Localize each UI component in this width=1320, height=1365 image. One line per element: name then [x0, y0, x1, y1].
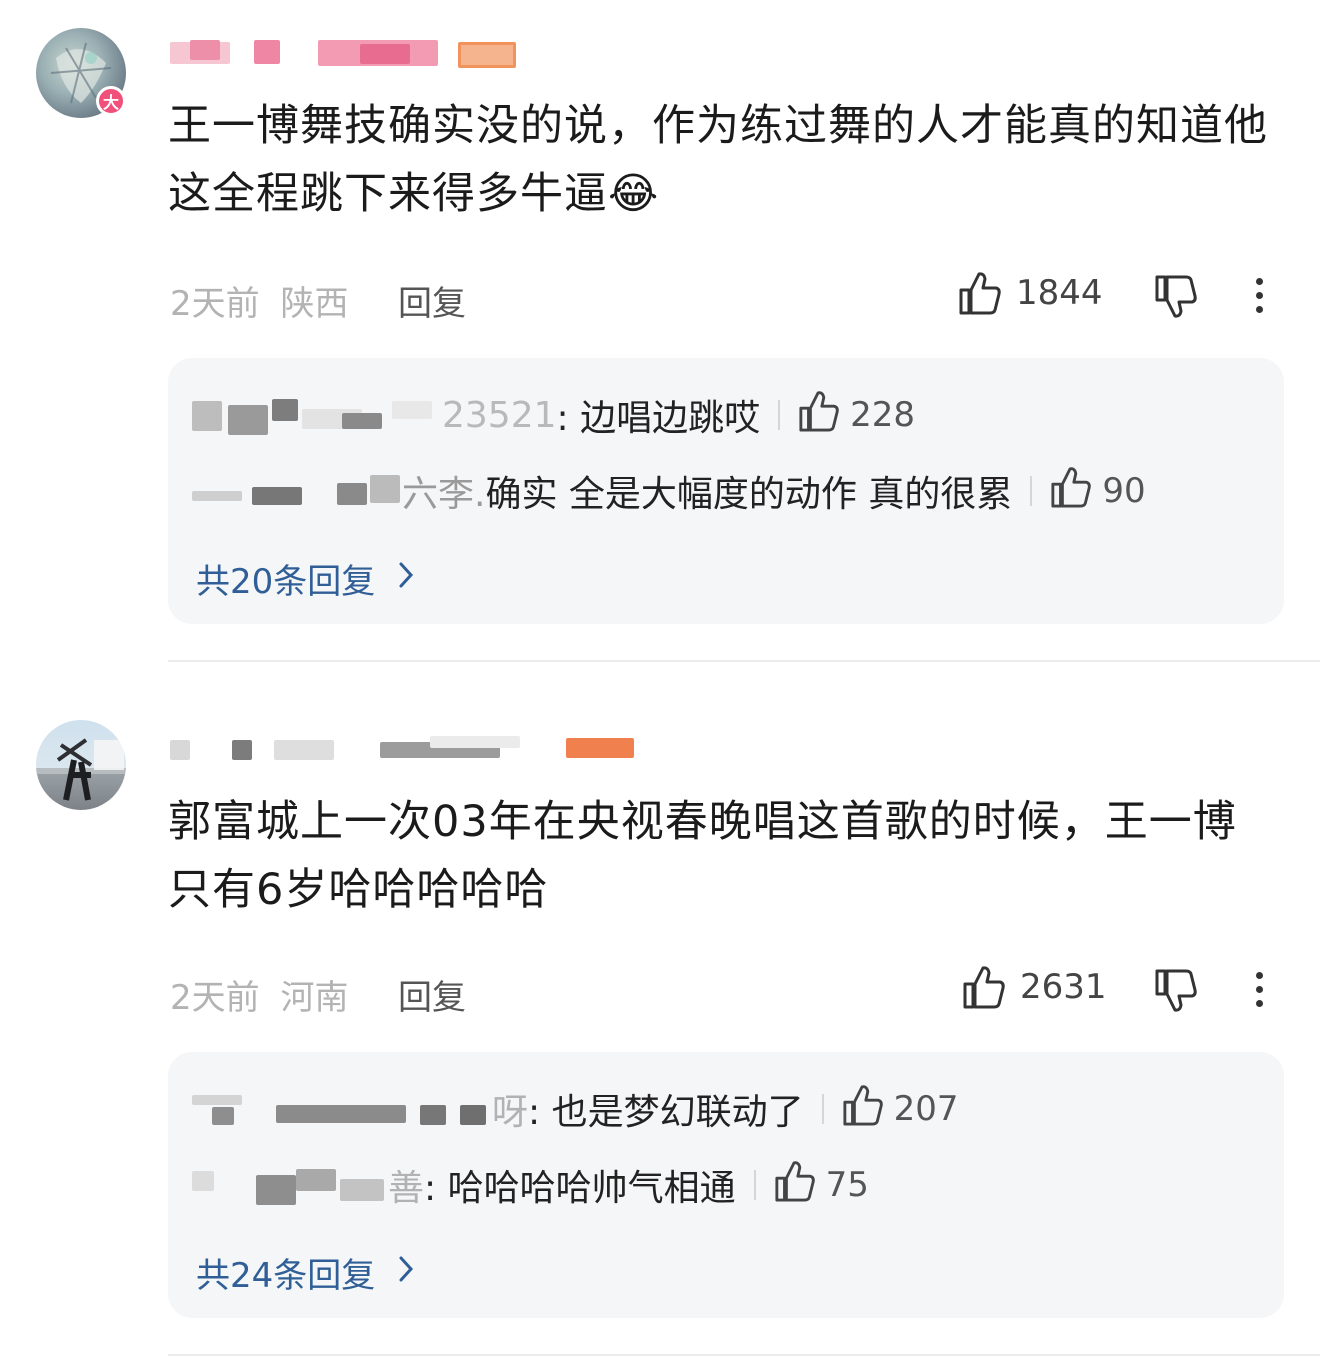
comment-meta: 2天前 河南 — [170, 970, 348, 1019]
reply-name-tail: 23521 — [442, 394, 557, 436]
divider — [1030, 476, 1033, 506]
reply-name-tail: 呀 — [492, 1092, 529, 1133]
reply-name-tail: 善 — [388, 1168, 425, 1209]
comment-text: 郭富城上一次03年在央视春晚唱这首歌的时候，王一博只有6岁哈哈哈哈哈 — [168, 797, 1237, 915]
more-vertical-icon[interactable] — [1256, 278, 1266, 320]
more-replies-label: 共24条回复 — [196, 1256, 376, 1296]
divider — [778, 400, 781, 430]
reply-item[interactable]: 23521 : 边唱边跳哎 228 — [192, 390, 915, 440]
avatar-image — [36, 720, 126, 810]
dislike-button[interactable] — [1154, 274, 1198, 320]
dislike-button[interactable] — [1154, 968, 1198, 1014]
more-vertical-icon[interactable] — [1256, 972, 1266, 1014]
comment-divider — [168, 1354, 1320, 1356]
comment-location: 陕西 — [280, 284, 349, 324]
reply-text: 确实 全是大幅度的动作 真的很累 — [485, 474, 1013, 515]
divider — [821, 1094, 824, 1124]
reply-username-redacted[interactable] — [192, 395, 442, 435]
reply-item[interactable]: 善 : 哈哈哈哈帅气相通 75 — [192, 1160, 869, 1210]
reply-item[interactable]: 六李. 确实 全是大幅度的动作 真的很累 90 — [192, 466, 1146, 516]
reply-like-count: 228 — [850, 395, 916, 435]
divider — [753, 1170, 756, 1200]
reply-button[interactable]: 回复 — [398, 276, 466, 325]
reply-username-redacted[interactable] — [192, 1165, 388, 1205]
reply-like-count: 75 — [825, 1165, 869, 1205]
reply-like-count: 90 — [1102, 471, 1146, 511]
username-redacted[interactable] — [170, 726, 634, 760]
like-button[interactable]: 1844 — [958, 270, 1103, 316]
reply-like-button[interactable]: 75 — [774, 1159, 869, 1212]
username-redacted[interactable] — [170, 30, 530, 68]
avatar[interactable]: 大 — [36, 28, 126, 118]
reply-item[interactable]: 呀 : 也是梦幻联动了 207 — [192, 1084, 959, 1134]
thumbs-down-icon — [1154, 274, 1198, 320]
like-count: 2631 — [1020, 967, 1107, 1007]
like-count: 1844 — [1016, 273, 1103, 313]
thumbs-up-icon — [1050, 465, 1102, 518]
avatar[interactable] — [36, 720, 126, 810]
reply-text: : 边唱边跳哎 — [556, 398, 761, 439]
view-all-replies-link[interactable]: 共20条回复 — [196, 554, 415, 603]
reply-like-button[interactable]: 228 — [798, 389, 915, 442]
comment-text: 王一博舞技确实没的说，作为练过舞的人才能真的知道他这全程跳下来得多牛逼😂 — [168, 101, 1268, 219]
comment-location: 河南 — [280, 978, 349, 1018]
comment-divider — [168, 660, 1320, 662]
thumbs-up-icon — [962, 964, 1006, 1010]
comment-time: 2天前 — [170, 284, 260, 324]
thumbs-up-icon — [774, 1159, 826, 1212]
reply-button[interactable]: 回复 — [398, 970, 466, 1019]
thumbs-up-icon — [842, 1083, 894, 1136]
reply-like-button[interactable]: 90 — [1050, 465, 1146, 518]
chevron-right-icon — [397, 559, 415, 599]
comment-meta: 2天前 陕西 — [170, 276, 348, 325]
thumbs-down-icon — [1154, 968, 1198, 1014]
reply-username-redacted[interactable] — [192, 1089, 492, 1129]
reply-username-redacted[interactable] — [192, 471, 402, 511]
reply-like-button[interactable]: 207 — [842, 1083, 959, 1136]
avatar-art — [36, 738, 126, 801]
more-replies-label: 共20条回复 — [196, 562, 376, 602]
reply-name-tail: 六李. — [402, 474, 486, 515]
thumbs-up-icon — [798, 389, 850, 442]
like-button[interactable]: 2631 — [962, 964, 1107, 1010]
reply-preview-box: 呀 : 也是梦幻联动了 207 善 : 哈哈哈哈帅气相通 75 共24条回复 — [168, 1052, 1284, 1318]
reply-text: : 哈哈哈哈帅气相通 — [424, 1168, 736, 1209]
reply-text: : 也是梦幻联动了 — [528, 1092, 804, 1133]
comment-time: 2天前 — [170, 978, 260, 1018]
reply-like-count: 207 — [893, 1089, 959, 1129]
chevron-right-icon — [397, 1253, 415, 1293]
thumbs-up-icon — [958, 270, 1002, 316]
avatar-badge: 大 — [96, 86, 126, 116]
reply-preview-box: 23521 : 边唱边跳哎 228 六李. 确实 全是大幅度的动作 真的很累 9… — [168, 358, 1284, 624]
view-all-replies-link[interactable]: 共24条回复 — [196, 1248, 415, 1297]
